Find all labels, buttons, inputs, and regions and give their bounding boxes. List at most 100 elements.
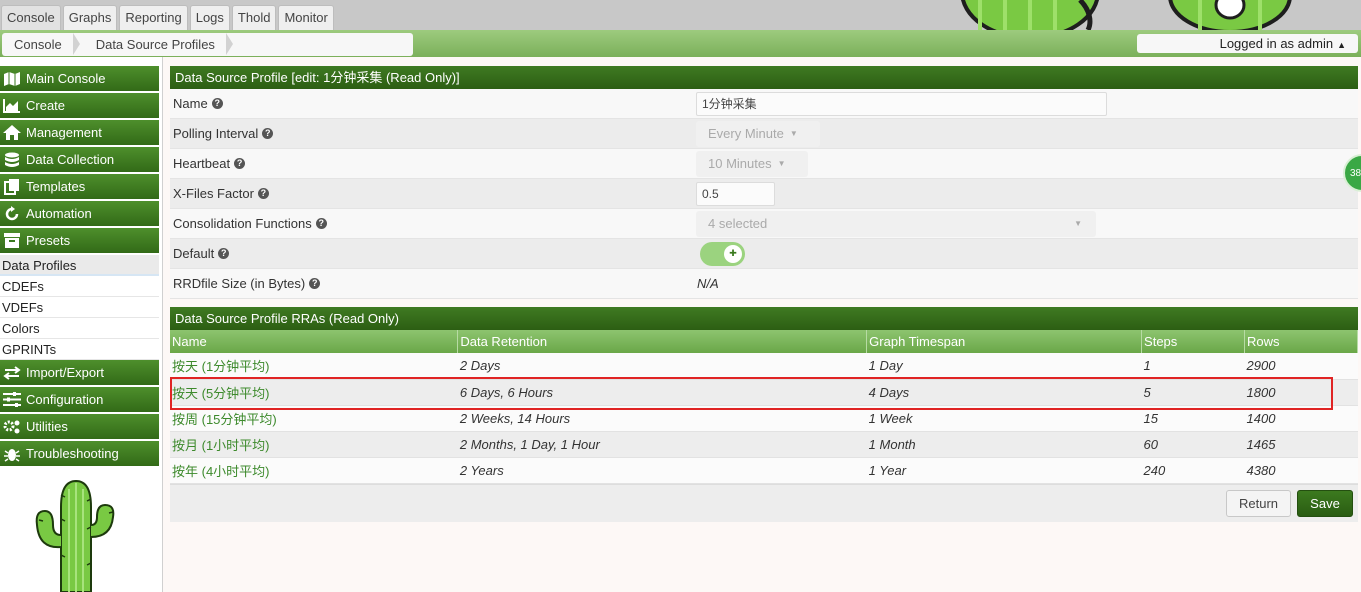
tab-thold[interactable]: Thold [231,5,277,30]
tab-console[interactable]: Console [1,5,61,30]
copy-icon [2,178,22,195]
form-row-default: Default? ✚ [170,239,1358,269]
caret-up-icon: ▲ [1337,40,1346,50]
heartbeat-select[interactable]: 10 Minutes ▼ [696,150,808,177]
sidebar-item-data-collection[interactable]: Data Collection [0,147,159,172]
table-cell: 240 [1143,462,1166,478]
help-icon[interactable]: ? [309,278,321,289]
sidebar-item-colors[interactable]: Colors [0,318,159,339]
column-header-rows[interactable]: Rows [1244,330,1358,353]
tab-reporting[interactable]: Reporting [119,5,188,30]
sidebar-item-templates[interactable]: Templates [0,174,159,199]
area-chart-icon [2,97,22,114]
toggle-knob-icon: ✚ [724,244,742,263]
form-row-heartbeat: Heartbeat? 10 Minutes ▼ [170,149,1358,179]
table-cell: 1 Month [868,436,916,452]
table-row[interactable]: 按月 (1小时平均) 2 Months, 1 Day, 1 Hour 1 Mon… [170,431,1358,457]
table-cell: 1465 [1246,436,1276,452]
help-icon[interactable]: ? [257,188,269,199]
sidebar-item-utilities[interactable]: Utilities [0,414,159,439]
name-field[interactable]: 1分钟采集 [696,91,1107,116]
help-icon[interactable]: ? [315,218,327,229]
field-label: Name [173,96,208,111]
breadcrumb-console[interactable]: Console [2,33,80,56]
column-header-graph-timespan[interactable]: Graph Timespan [866,330,1143,353]
bug-icon [2,445,22,462]
chevron-down-icon: ▼ [789,129,798,139]
rra-title: Data Source Profile RRAs (Read Only) [170,307,1358,330]
breadcrumb: Console Data Source Profiles [2,33,413,56]
column-header-data-retention[interactable]: Data Retention [457,330,868,353]
tab-graphs[interactable]: Graphs [62,5,118,30]
sidebar: Main Console Create Management Data Coll… [0,57,163,592]
tab-monitor[interactable]: Monitor [278,5,334,30]
rra-name-link[interactable]: 按年 (4小时平均) [170,457,458,483]
select-value: Every Minute [708,125,784,141]
sidebar-item-management[interactable]: Management [0,120,159,145]
field-label: Consolidation Functions [173,216,312,231]
table-row[interactable]: 按年 (4小时平均) 2 Years 1 Year 240 4380 [170,457,1358,483]
cactus-banner-logo [960,0,1350,30]
help-icon[interactable]: ? [262,128,274,139]
database-icon [2,151,22,168]
sidebar-item-troubleshooting[interactable]: Troubleshooting [0,441,159,466]
sidebar-item-import-export[interactable]: Import/Export [0,360,159,385]
table-cell: 2 Days [459,358,501,374]
rra-name-link[interactable]: 按月 (1小时平均) [170,431,458,457]
table-cell: 2 Years [459,462,504,478]
sidebar-item-label: Templates [26,179,86,194]
field-label: Polling Interval [173,126,259,141]
table-cell: 1 Year [868,462,907,478]
user-menu[interactable]: Logged in as admin ▲ [1137,34,1358,53]
select-value: 10 Minutes [708,155,772,171]
sidebar-item-create[interactable]: Create [0,93,159,118]
form-row-rrd-size: RRDfile Size (in Bytes)? N/A [170,269,1358,299]
rra-name-link[interactable]: 按天 (1分钟平均) [170,353,458,379]
sidebar-item-configuration[interactable]: Configuration [0,387,159,412]
table-cell: 2 Months, 1 Day, 1 Hour [459,436,600,452]
polling-interval-select[interactable]: Every Minute ▼ [696,120,820,147]
sidebar-item-label: Automation [26,206,92,221]
consolidation-functions-select[interactable]: 4 selected ▼ [696,210,1096,237]
sidebar-item-presets[interactable]: Presets [0,228,159,253]
table-row[interactable]: 按天 (1分钟平均) 2 Days 1 Day 1 2900 [170,353,1358,379]
sidebar-item-label: Configuration [26,392,104,407]
column-header-name[interactable]: Name [170,330,459,353]
table-cell: 4380 [1246,462,1276,478]
sidebar-item-label: Presets [26,233,71,248]
column-header-steps[interactable]: Steps [1141,330,1245,353]
xff-field[interactable]: 0.5 [696,181,775,206]
help-icon[interactable]: ? [234,158,246,169]
save-button[interactable]: Save [1297,489,1353,517]
sidebar-item-gprints[interactable]: GPRINTs [0,339,159,360]
field-label: RRDfile Size (in Bytes) [173,276,306,291]
table-header-row: Name Data Retention Graph Timespan Steps… [170,330,1358,353]
sidebar-item-data-profiles[interactable]: Data Profiles [0,255,159,276]
sidebar-item-automation[interactable]: Automation [0,201,159,226]
field-label: Default [173,246,215,261]
sidebar-item-label: Data Collection [26,152,115,167]
sidebar-item-main-console[interactable]: Main Console [0,66,159,91]
select-value: 4 selected [708,215,768,231]
breadcrumb-bar: Console Data Source Profiles Logged in a… [0,30,1361,57]
help-icon[interactable]: ? [211,98,223,109]
sidebar-item-label: Utilities [26,419,68,434]
form-title: Data Source Profile [edit: 1分钟采集 (Read O… [170,66,1358,89]
form-row-name: Name? 1分钟采集 [170,89,1358,119]
table-cell: 1 [1143,358,1151,374]
return-button[interactable]: Return [1226,489,1291,517]
highlight-box [170,377,1333,410]
rrd-size-value: N/A [697,276,719,291]
form-button-bar: Return Save [170,483,1358,522]
exchange-icon [2,364,22,381]
sidebar-item-label: Create [26,98,66,113]
refresh-icon [2,205,22,222]
default-toggle[interactable]: ✚ [700,241,745,266]
help-icon[interactable]: ? [218,248,230,259]
tab-logs[interactable]: Logs [189,5,230,30]
chevron-down-icon: ▼ [777,159,786,169]
sidebar-item-cdefs[interactable]: CDEFs [0,276,159,297]
sidebar-item-vdefs[interactable]: VDEFs [0,297,159,318]
data-source-profile-panel: Data Source Profile [edit: 1分钟采集 (Read O… [170,66,1358,522]
breadcrumb-data-source-profiles[interactable]: Data Source Profiles [74,33,234,56]
